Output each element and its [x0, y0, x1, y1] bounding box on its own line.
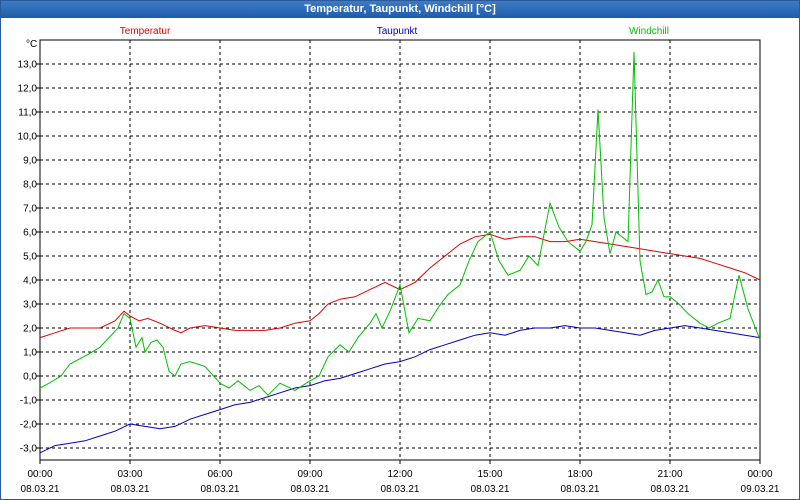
y-tick-label: -3,0	[20, 444, 38, 455]
x-tick-label-time: 00:00	[747, 469, 772, 480]
y-tick-label: 4,0	[23, 276, 37, 287]
x-tick-label-date: 09.03.21	[741, 484, 780, 495]
y-tick-label: -1,0	[20, 396, 38, 407]
x-tick-label-time: 06:00	[207, 469, 232, 480]
y-tick-label: 5,0	[23, 252, 37, 263]
y-tick-label: 7,0	[23, 204, 37, 215]
x-tick-label-date: 08.03.21	[561, 484, 600, 495]
legend-windchill: Windchill	[629, 26, 669, 37]
y-axis: -3,0 -2,0 -1,0 0,0 1,0 2,0 3,0 4,0 5,0 6,0 7,0 8,0 9…	[18, 60, 40, 455]
y-tick-label: 9,0	[23, 156, 37, 167]
y-tick-label: 8,0	[23, 180, 37, 191]
x-tick-label-date: 08.03.21	[291, 484, 330, 495]
y-tick-label: 6,0	[23, 228, 37, 239]
x-tick-label-time: 03:00	[117, 469, 142, 480]
x-tick-label-time: 21:00	[657, 469, 682, 480]
y-tick-label: 1,0	[23, 348, 37, 359]
x-tick-label-time: 18:00	[567, 469, 592, 480]
chart-svg: -3,0 -2,0 -1,0 0,0 1,0 2,0 3,0 4,0 5,0 6,0 7,0 8,0 9…	[18, 26, 780, 495]
x-tick-label-date: 08.03.21	[381, 484, 420, 495]
x-tick-label-date: 08.03.21	[111, 484, 150, 495]
x-tick-label-time: 12:00	[387, 469, 412, 480]
x-tick-label-date: 08.03.21	[471, 484, 510, 495]
legend-taupunkt: Taupunkt	[377, 26, 418, 37]
y-tick-label: 10,0	[18, 132, 38, 143]
x-tick-label-time: 09:00	[297, 469, 322, 480]
x-tick-label-date: 08.03.21	[651, 484, 690, 495]
y-tick-label: 0,0	[23, 372, 37, 383]
x-tick-label-date: 08.03.21	[21, 484, 60, 495]
y-tick-label: 11,0	[18, 108, 37, 119]
x-tick-label-date: 08.03.21	[201, 484, 240, 495]
x-tick-label-time: 15:00	[477, 469, 502, 480]
x-tick-label-time: 00:00	[27, 469, 52, 480]
y-tick-label: 3,0	[23, 300, 37, 311]
legend-temperatur: Temperatur	[120, 26, 171, 37]
y-tick-label: 2,0	[23, 324, 37, 335]
y-axis-unit: °C	[26, 39, 37, 50]
x-axis: 00:00 08.03.21 03:00 08.03.21 06:00 08.03.21 0…	[21, 460, 780, 495]
y-tick-label: 13,0	[18, 60, 38, 71]
y-tick-label: 12,0	[18, 84, 38, 95]
y-tick-label: -2,0	[20, 420, 38, 431]
